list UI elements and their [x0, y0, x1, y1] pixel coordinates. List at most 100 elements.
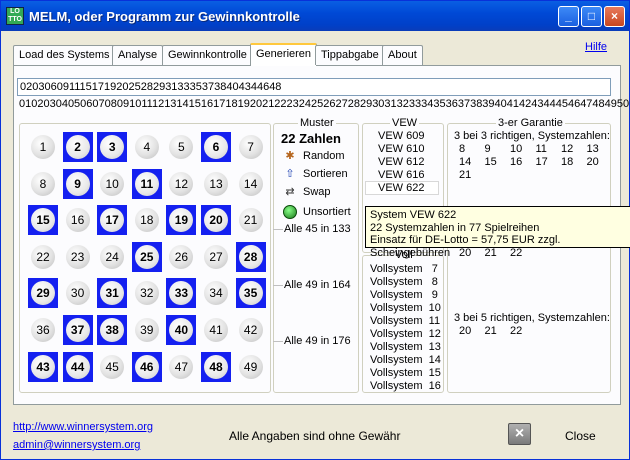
number-ball: 12	[169, 171, 194, 196]
number-cell-24[interactable]: 24	[97, 242, 127, 272]
vew-item-610[interactable]: VEW 610	[378, 143, 424, 155]
number-cell-40[interactable]: 40	[166, 315, 197, 345]
number-cell-42[interactable]: 42	[236, 315, 266, 345]
number-ball: 44	[65, 354, 90, 379]
number-cell-38[interactable]: 38	[97, 315, 128, 345]
maximize-button[interactable]: □	[581, 6, 602, 27]
help-link[interactable]: Hilfe	[585, 41, 607, 53]
number-cell-6[interactable]: 6	[201, 132, 231, 162]
number-cell-12[interactable]: 12	[166, 169, 196, 199]
close-icon[interactable]: ×	[508, 423, 531, 445]
alle-49-in-176[interactable]: Alle 49 in 176	[284, 335, 351, 347]
title-bar[interactable]: LO TTO MELM, oder Programm zur Gewinnkont…	[1, 1, 629, 31]
number-cell-8[interactable]: 8	[28, 169, 58, 199]
voll-item[interactable]: Vollsystem 9	[370, 289, 438, 301]
number-cell-22[interactable]: 22	[28, 242, 58, 272]
voll-item[interactable]: Vollsystem 13	[370, 341, 441, 353]
minimize-button[interactable]: _	[558, 6, 579, 27]
tab-analyse[interactable]: Analyse	[112, 45, 164, 65]
close-window-button[interactable]: ×	[604, 6, 625, 27]
number-cell-46[interactable]: 46	[131, 351, 162, 382]
garantie-number: 17	[535, 156, 548, 168]
number-cell-28[interactable]: 28	[235, 241, 266, 272]
number-cell-32[interactable]: 32	[132, 278, 162, 308]
tab-gewinnkontrolle[interactable]: Gewinnkontrolle	[162, 45, 253, 65]
number-cell-2[interactable]: 2	[62, 132, 93, 162]
number-cell-23[interactable]: 23	[63, 242, 93, 272]
voll-item[interactable]: Vollsystem 8	[370, 276, 438, 288]
voll-item[interactable]: Vollsystem 11	[370, 315, 440, 327]
number-cell-9[interactable]: 9	[62, 168, 93, 199]
random-button[interactable]: ✱ Random	[283, 149, 344, 165]
number-cell-16[interactable]: 16	[63, 205, 93, 235]
number-cell-1[interactable]: 1	[28, 132, 58, 162]
number-cell-45[interactable]: 45	[97, 352, 127, 382]
number-cell-33[interactable]: 33	[166, 278, 197, 309]
voll-item[interactable]: Vollsystem 14	[370, 354, 441, 366]
number-cell-25[interactable]: 25	[131, 241, 162, 272]
alle-45-in-133[interactable]: Alle 45 in 133	[284, 223, 351, 235]
number-cell-14[interactable]: 14	[236, 169, 266, 199]
vew-item-612[interactable]: VEW 612	[378, 156, 424, 168]
number-cell-47[interactable]: 47	[166, 352, 196, 382]
vew-item-609[interactable]: VEW 609	[378, 130, 424, 142]
number-cell-19[interactable]: 19	[166, 205, 197, 236]
number-cell-27[interactable]: 27	[201, 242, 231, 272]
number-cell-4[interactable]: 4	[132, 132, 162, 162]
unsortiert-button[interactable]: Unsortiert	[283, 205, 351, 221]
email-link[interactable]: admin@winnersystem.org	[13, 439, 140, 451]
number-ball: 19	[169, 208, 194, 233]
number-cell-41[interactable]: 41	[201, 315, 231, 345]
garantie-number: 20	[586, 156, 599, 168]
number-cell-36[interactable]: 36	[28, 315, 58, 345]
number-cell-31[interactable]: 31	[97, 278, 128, 309]
number-cell-21[interactable]: 21	[236, 205, 266, 235]
number-cell-3[interactable]: 3	[97, 132, 128, 162]
alle-49-in-164[interactable]: Alle 49 in 164	[284, 279, 351, 291]
website-link[interactable]: http://www.winnersystem.org	[13, 421, 153, 433]
number-cell-37[interactable]: 37	[62, 315, 93, 345]
number-cell-30[interactable]: 30	[63, 278, 93, 308]
close-button[interactable]: Close	[565, 429, 596, 443]
number-ball: 32	[134, 281, 159, 306]
number-cell-7[interactable]: 7	[236, 132, 266, 162]
number-cell-48[interactable]: 48	[201, 351, 231, 382]
number-cell-15[interactable]: 15	[28, 205, 58, 236]
tab-tippabgabe[interactable]: Tippabgabe	[315, 45, 385, 65]
number-cell-49[interactable]: 49	[236, 352, 266, 382]
number-cell-17[interactable]: 17	[97, 205, 128, 236]
number-ball: 5	[169, 135, 194, 159]
voll-item[interactable]: Vollsystem 10	[370, 302, 441, 314]
tab-about[interactable]: About	[382, 45, 423, 65]
tab-load-des-systems[interactable]: Load des Systems	[13, 45, 116, 65]
voll-item[interactable]: Vollsystem 7	[370, 263, 438, 275]
number-ball: 26	[169, 244, 194, 269]
zahlen-count: 22 Zahlen	[281, 131, 341, 146]
voll-item[interactable]: Vollsystem 16	[370, 380, 441, 392]
number-cell-39[interactable]: 39	[132, 315, 162, 345]
tab-generieren[interactable]: Generieren	[250, 43, 318, 66]
number-cell-13[interactable]: 13	[201, 169, 231, 199]
sortieren-button[interactable]: ⇧ Sortieren	[283, 167, 347, 183]
number-cell-5[interactable]: 5	[166, 132, 196, 162]
vew-item-622[interactable]: VEW 622	[378, 182, 424, 194]
numbers-input[interactable]: 0203060911151719202528293133353738404344…	[17, 78, 611, 96]
voll-item[interactable]: Vollsystem 15	[370, 367, 441, 379]
number-cell-20[interactable]: 20	[201, 205, 231, 236]
number-ball: 7	[238, 135, 263, 159]
number-cell-11[interactable]: 11	[131, 168, 162, 199]
number-cell-10[interactable]: 10	[97, 169, 127, 199]
number-ball: 24	[100, 244, 125, 269]
number-cell-26[interactable]: 26	[166, 242, 196, 272]
number-cell-35[interactable]: 35	[235, 278, 266, 309]
vew-item-616[interactable]: VEW 616	[378, 169, 424, 181]
number-cell-29[interactable]: 29	[28, 278, 58, 309]
number-cell-43[interactable]: 43	[28, 351, 58, 382]
number-ball: 21	[238, 208, 263, 233]
voll-item[interactable]: Vollsystem 12	[370, 328, 441, 340]
number-cell-18[interactable]: 18	[132, 205, 162, 235]
swap-button[interactable]: ⇄ Swap	[283, 185, 330, 201]
number-cell-44[interactable]: 44	[62, 351, 93, 382]
number-cell-34[interactable]: 34	[201, 278, 231, 308]
tooltip-line-1: System VEW 622	[370, 209, 457, 221]
